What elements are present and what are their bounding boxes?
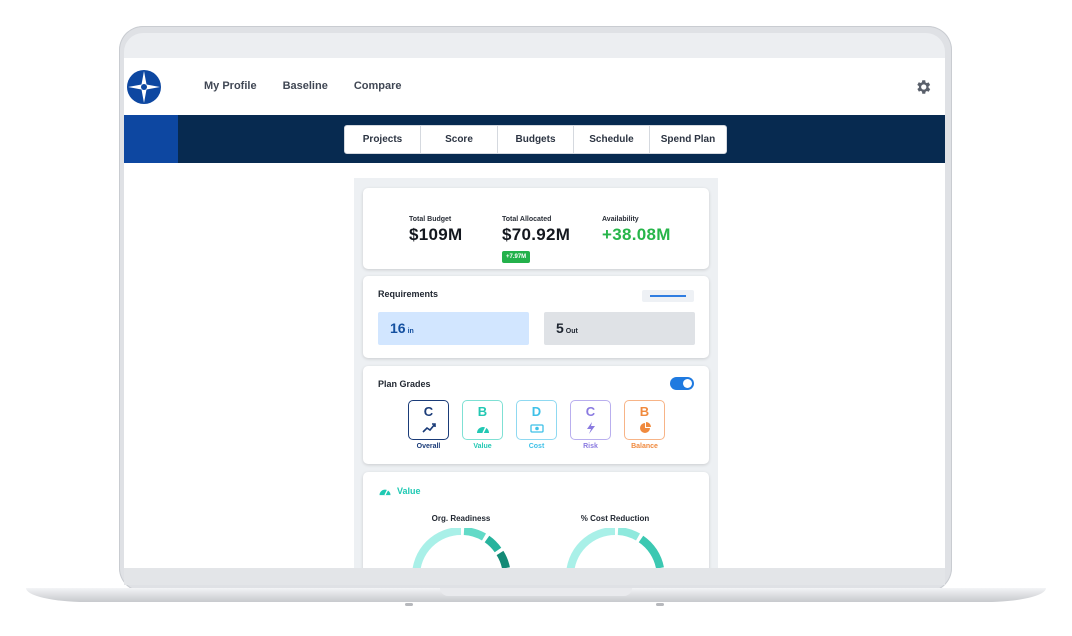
nav-compare[interactable]: Compare xyxy=(354,80,402,92)
grade-risk[interactable]: C Risk xyxy=(570,400,611,450)
requirements-filter-bar[interactable] xyxy=(642,290,694,302)
pie-icon xyxy=(640,422,651,433)
requirements-out-count: 5 xyxy=(556,320,564,336)
nav-baseline[interactable]: Baseline xyxy=(283,80,328,92)
gear-icon[interactable] xyxy=(914,78,932,96)
requirements-out-label: Out xyxy=(565,328,578,335)
tab-projects[interactable]: Projects xyxy=(345,126,421,153)
lightning-icon xyxy=(587,422,595,434)
value-title: Value xyxy=(397,485,421,496)
budget-summary-card: Total Budget $109M Total Allocated $70.9… xyxy=(363,188,709,269)
availability: Availability +38.08M xyxy=(602,216,671,245)
nav-my-profile[interactable]: My Profile xyxy=(204,80,257,92)
gauge-icon xyxy=(379,489,391,496)
grade-overall[interactable]: C Overall xyxy=(408,400,449,450)
availability-label: Availability xyxy=(602,216,639,223)
tab-spend-plan[interactable]: Spend Plan xyxy=(650,126,726,153)
plan-grades-card: Plan Grades C Overall B Value D Cost C R… xyxy=(363,366,709,464)
allocated-delta-badge: +7.97M xyxy=(502,251,531,263)
laptop-mockup: My Profile Baseline Compare Projects Sco… xyxy=(0,0,1072,636)
grade-risk-letter: C xyxy=(585,404,596,419)
grade-overall-letter: C xyxy=(423,404,434,419)
band-accent xyxy=(124,115,178,163)
cost-reduction-title: % Cost Reduction xyxy=(580,514,650,523)
org-readiness-gauge xyxy=(412,528,510,568)
requirements-in-label: in xyxy=(407,328,414,335)
value-heading: Value xyxy=(378,485,421,496)
plan-grades-toggle[interactable] xyxy=(670,377,694,390)
tab-schedule[interactable]: Schedule xyxy=(574,126,650,153)
grade-balance-label: Balance xyxy=(631,443,658,450)
section-tabs: Projects Score Budgets Schedule Spend Pl… xyxy=(344,125,727,154)
laptop-foot-right xyxy=(656,603,664,606)
grade-value-letter: B xyxy=(477,404,488,419)
grade-list: C Overall B Value D Cost C Risk B Balanc… xyxy=(408,400,665,450)
requirements-title: Requirements xyxy=(378,289,439,299)
compass-logo-icon[interactable] xyxy=(127,70,161,104)
trend-up-icon xyxy=(422,423,436,433)
grade-balance[interactable]: B Balance xyxy=(624,400,665,450)
tab-score[interactable]: Score xyxy=(421,126,498,153)
app-screen: My Profile Baseline Compare Projects Sco… xyxy=(124,58,945,568)
top-navigation-bar: My Profile Baseline Compare xyxy=(124,58,945,115)
total-budget-value: $109M xyxy=(409,225,463,244)
grade-cost-label: Cost xyxy=(528,443,545,450)
laptop-notch xyxy=(440,588,632,596)
laptop-chin xyxy=(124,568,945,585)
main-nav: My Profile Baseline Compare xyxy=(204,80,402,92)
dashboard-column: Total Budget $109M Total Allocated $70.9… xyxy=(354,178,718,568)
requirements-out-pill[interactable]: 5 Out xyxy=(544,312,695,345)
total-allocated: Total Allocated $70.92M +7.97M xyxy=(502,216,570,263)
laptop-foot-left xyxy=(405,603,413,606)
money-icon xyxy=(530,424,544,433)
total-budget: Total Budget $109M xyxy=(409,216,462,245)
total-budget-label: Total Budget xyxy=(409,216,452,223)
cost-reduction-gauge xyxy=(566,528,664,568)
availability-value: +38.08M xyxy=(602,225,671,244)
grade-cost-letter: D xyxy=(531,404,542,419)
grade-overall-label: Overall xyxy=(416,443,441,450)
gauge-icon xyxy=(477,426,489,434)
tab-budgets[interactable]: Budgets xyxy=(498,126,574,153)
grade-value[interactable]: B Value xyxy=(462,400,503,450)
requirements-in-count: 16 xyxy=(390,320,406,336)
grade-value-label: Value xyxy=(473,443,492,450)
grade-cost[interactable]: D Cost xyxy=(516,400,557,450)
value-card: Value Org. Readiness % Cost Reduction xyxy=(363,472,709,568)
total-allocated-value: $70.92M xyxy=(502,225,571,244)
grade-risk-label: Risk xyxy=(583,443,598,450)
org-readiness-title: Org. Readiness xyxy=(431,514,491,523)
grade-balance-letter: B xyxy=(639,404,650,419)
requirements-card: Requirements 16 in 5 Out xyxy=(363,276,709,358)
plan-grades-title: Plan Grades xyxy=(378,379,431,389)
requirements-in-pill[interactable]: 16 in xyxy=(378,312,529,345)
total-allocated-label: Total Allocated xyxy=(502,216,552,223)
